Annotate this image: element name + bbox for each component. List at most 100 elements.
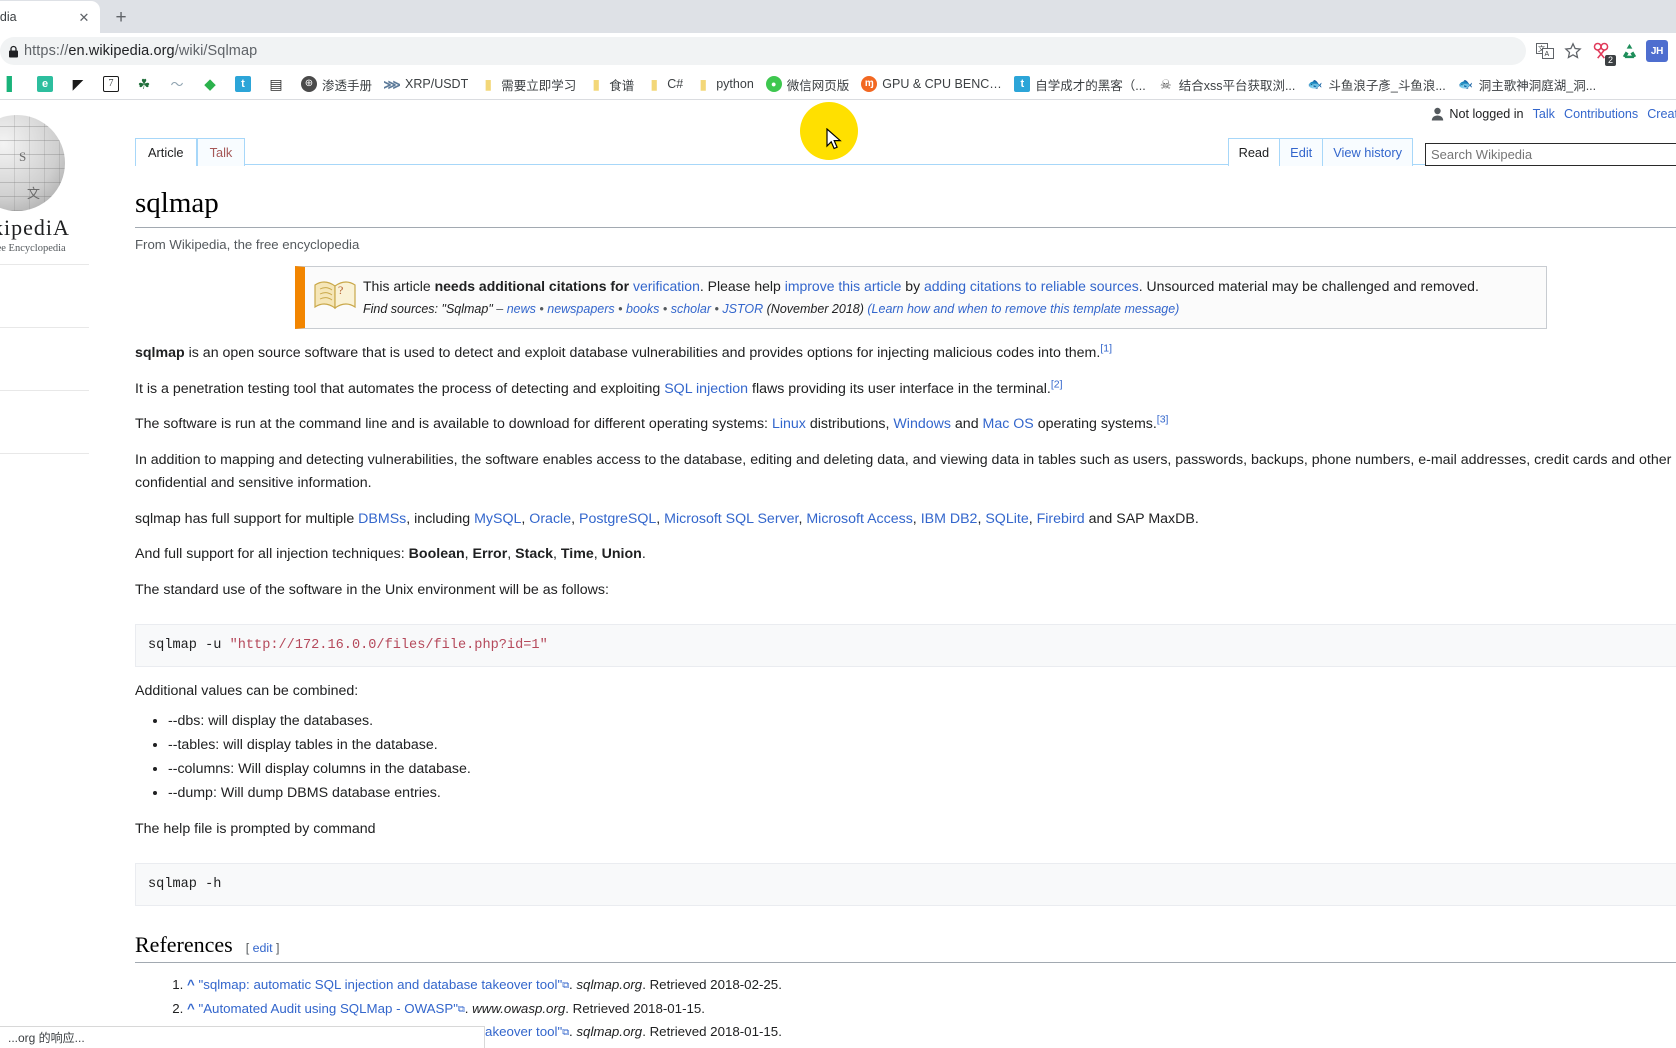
- citation-ref[interactable]: [3]: [1157, 414, 1169, 426]
- tab-edit[interactable]: Edit: [1279, 138, 1324, 166]
- search-input[interactable]: [1425, 143, 1676, 166]
- close-icon[interactable]: ✕: [76, 9, 92, 25]
- wechat-icon: ●: [765, 76, 782, 92]
- bookmark-star-icon[interactable]: [1560, 38, 1586, 64]
- paragraph: The software is run at the command line …: [135, 413, 1676, 436]
- find-source-news[interactable]: news: [507, 302, 536, 316]
- bookmark-item[interactable]: ɱ GPU & CPU BENCH...: [855, 71, 1008, 97]
- bookmark-item[interactable]: ▌: [2, 71, 31, 97]
- link-improve-article[interactable]: improve this article: [785, 278, 902, 294]
- profile-avatar[interactable]: JH: [1644, 38, 1670, 64]
- tab-read[interactable]: Read: [1227, 138, 1281, 166]
- recycle-extension-icon[interactable]: [1616, 38, 1642, 64]
- tab-view-history[interactable]: View history: [1322, 138, 1413, 166]
- personal-link-create-account[interactable]: Create: [1647, 107, 1676, 121]
- personal-link-talk[interactable]: Talk: [1533, 107, 1555, 121]
- sidebar-item-contents[interactable]: a: [0, 273, 89, 293]
- citation-ref-link[interactable]: [1]: [1100, 342, 1112, 354]
- edit-link[interactable]: edit: [253, 941, 273, 955]
- bookmark-item[interactable]: e: [31, 71, 64, 97]
- browser-tab[interactable]: pedia ✕: [0, 1, 100, 33]
- bookmark-item[interactable]: t 自学成才的黑客（...: [1008, 71, 1151, 97]
- bold-text: Union: [601, 546, 642, 563]
- new-tab-icon[interactable]: +: [107, 3, 135, 31]
- wiki-link[interactable]: Linux: [772, 416, 806, 432]
- find-source-jstor[interactable]: JSTOR: [722, 302, 763, 316]
- bookmark-item[interactable]: ◆: [196, 71, 229, 97]
- bookmark-item[interactable]: ☘: [130, 71, 163, 97]
- translate-icon[interactable]: 文A: [1532, 38, 1558, 64]
- link-learn-remove-template[interactable]: (Learn how and when to remove this templ…: [867, 302, 1179, 316]
- find-source-books[interactable]: books: [626, 302, 659, 316]
- bookmark-item[interactable]: ☠ 结合xss平台获取浏...: [1152, 71, 1302, 97]
- wiki-link[interactable]: Oracle: [529, 511, 571, 527]
- text-run: and: [950, 416, 983, 433]
- tab-talk[interactable]: Talk: [196, 138, 246, 166]
- sidebar-item-portal[interactable]: tal: [0, 293, 89, 313]
- citation-ref[interactable]: [2]: [1051, 378, 1063, 390]
- address-bar[interactable]: https://en.wikipedia.org/wiki/Sqlmap: [0, 37, 1526, 65]
- bookmark-item[interactable]: 🐟 洞主歌神洞庭湖_洞...: [1452, 71, 1602, 97]
- wikipedia-globe-icon: W S Я 文: [0, 115, 65, 211]
- citation-ref-link[interactable]: [3]: [1157, 414, 1169, 426]
- link-adding-citations[interactable]: adding citations to reliable sources: [924, 278, 1139, 294]
- status-bar-text: ...org 的响应...: [8, 1031, 85, 1045]
- ref-title-link[interactable]: "Automated Audit using SQLMap - OWASP": [198, 1001, 458, 1016]
- sidebar-item-learn[interactable]: n: [0, 356, 89, 376]
- wiki-link[interactable]: Microsoft Access: [806, 511, 912, 527]
- bookmark-item[interactable]: ▮ python: [689, 71, 760, 97]
- bookmark-label: 自学成才的黑客（...: [1035, 78, 1146, 93]
- text-run: .: [641, 546, 646, 563]
- bookmark-item[interactable]: 〜: [163, 71, 196, 97]
- wiki-link[interactable]: Mac OS: [983, 416, 1034, 432]
- text-run: ,: [656, 510, 665, 527]
- wiki-link[interactable]: MySQL: [474, 511, 521, 527]
- paragraph-list: sqlmap is an open source software that i…: [135, 342, 1676, 602]
- link-verification[interactable]: verification: [633, 278, 700, 294]
- citation-ref[interactable]: [1]: [1100, 342, 1112, 354]
- wiki-link[interactable]: Microsoft SQL Server: [664, 511, 798, 527]
- twitter-icon: t: [1014, 76, 1031, 92]
- bookmark-label: 食谱: [609, 78, 635, 93]
- bookmark-item[interactable]: t: [229, 71, 262, 97]
- wikipedia-logo[interactable]: W S Я 文 WikipediA The Free Encyclopedia: [0, 115, 85, 254]
- extension-clip-icon[interactable]: 2: [1588, 38, 1616, 66]
- tab-article[interactable]: Article: [135, 138, 197, 166]
- code-arg: "http://172.16.0.0/files/file.php?id=1": [229, 637, 548, 653]
- bookmark-item[interactable]: ⋙ XRP/USDT: [378, 71, 474, 97]
- wiki-link[interactable]: DBMSs: [358, 511, 406, 527]
- ref-backlink-caret[interactable]: ^: [187, 1001, 195, 1016]
- ref-title-link[interactable]: "sqlmap: automatic SQL injection and dat…: [198, 977, 562, 992]
- bookmark-item[interactable]: ▮ 食谱: [582, 71, 640, 97]
- wiki-link[interactable]: SQLite: [985, 511, 1028, 527]
- text-run: flaws providing its user interface in th…: [748, 380, 1051, 397]
- bookmark-item[interactable]: ◤: [64, 71, 97, 97]
- monitor-icon: ▤: [269, 76, 283, 92]
- wiki-link[interactable]: SQL injection: [664, 381, 748, 397]
- sidebar-item-pdf[interactable]: F: [0, 399, 89, 419]
- citation-ref-link[interactable]: [2]: [1051, 378, 1063, 390]
- bookmark-item[interactable]: ▤: [262, 71, 295, 97]
- bookmark-item[interactable]: 🐟 斗鱼浪子彥_斗鱼浪...: [1301, 71, 1451, 97]
- wiki-link[interactable]: Firebird: [1037, 511, 1085, 527]
- bookmark-item[interactable]: ▮ C#: [640, 71, 689, 97]
- wiki-link[interactable]: Windows: [893, 416, 951, 432]
- personal-link-contributions[interactable]: Contributions: [1564, 107, 1638, 121]
- sidebar-item-page[interactable]: a: [0, 419, 89, 439]
- url-host: en.wikipedia.org: [68, 43, 175, 59]
- personal-tools: Not logged in Talk Contributions Create: [1431, 107, 1676, 121]
- wiki-link[interactable]: IBM DB2: [921, 511, 978, 527]
- bookmark-item[interactable]: ▮ 需要立即学习: [474, 71, 582, 97]
- wiki-link[interactable]: PostgreSQL: [579, 511, 656, 527]
- bookmark-item[interactable]: ● 微信网页版: [760, 71, 856, 97]
- svg-text:?: ?: [338, 283, 343, 297]
- find-source-newspapers[interactable]: newspapers: [547, 302, 614, 316]
- sidebar-item-about[interactable]: t: [0, 336, 89, 356]
- find-source-scholar[interactable]: scholar: [671, 302, 711, 316]
- ref-backlink-caret[interactable]: ^: [187, 977, 195, 992]
- sidebar-item-links[interactable]: links: [0, 462, 89, 482]
- bookmark-item[interactable]: ⊕ 渗透手册: [295, 71, 378, 97]
- bookmark-label: 结合xss平台获取浏...: [1178, 78, 1296, 93]
- tab-strip: pedia ✕ +: [0, 0, 1676, 33]
- bookmark-item[interactable]: 7: [97, 71, 130, 97]
